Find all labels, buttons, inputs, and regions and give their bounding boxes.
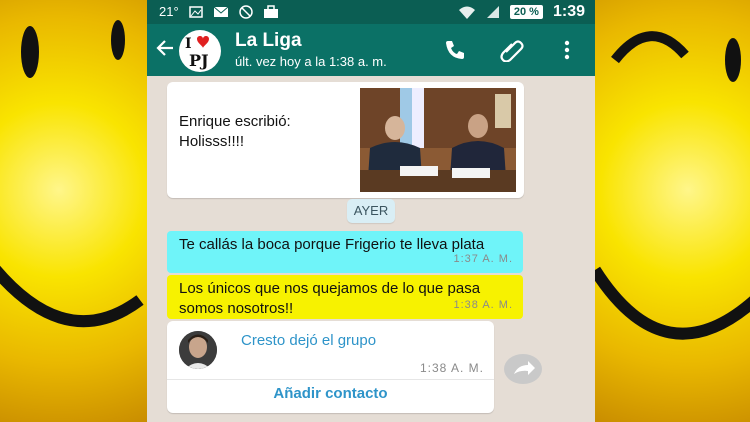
left-smiley-panel bbox=[0, 0, 147, 422]
pj-logo-icon: I PJ bbox=[185, 36, 209, 70]
system-message-time: 1:38 A. M. bbox=[419, 361, 484, 375]
last-seen: últ. vez hoy a la 1:38 a. m. bbox=[235, 54, 387, 69]
message-text: Los únicos que nos quejamos de lo que pa… bbox=[179, 280, 481, 317]
back-arrow-icon[interactable] bbox=[155, 38, 175, 58]
divider bbox=[167, 379, 494, 380]
temperature: 21° bbox=[159, 4, 179, 19]
photo-message[interactable]: Enrique escribió: Holisss!!!! bbox=[167, 82, 524, 198]
smiley-face-left bbox=[0, 20, 144, 328]
photo-caption-line2: Holisss!!!! bbox=[179, 133, 245, 150]
status-bar: 21° 20 % 1:39 bbox=[147, 0, 595, 24]
left-group-message: Cresto dejó el grupo 1:38 A. M. Añadir c… bbox=[167, 321, 494, 413]
message-time: 1:37 A. M. bbox=[453, 253, 513, 265]
person-photo bbox=[179, 331, 217, 369]
image-icon bbox=[188, 5, 203, 18]
signal-icon bbox=[486, 6, 499, 18]
phone-screen: 21° 20 % 1:39 I PJ La Liga últ. vez hoy … bbox=[147, 0, 595, 422]
system-message-label: Cresto dejó el grupo bbox=[241, 332, 377, 349]
date-separator: AYER bbox=[347, 199, 395, 223]
group-avatar[interactable]: I PJ bbox=[179, 30, 221, 72]
photo-caption-line1: Enrique escribió: bbox=[179, 113, 291, 130]
attach-icon[interactable] bbox=[499, 38, 525, 62]
chat-title[interactable]: La Liga bbox=[235, 30, 302, 52]
photo-thumbnail[interactable] bbox=[360, 88, 516, 192]
chat-header: I PJ La Liga últ. vez hoy a la 1:38 a. m… bbox=[147, 24, 595, 76]
forward-button[interactable] bbox=[504, 354, 542, 384]
system-message-text: Cresto dejó el grupo bbox=[241, 331, 381, 351]
phone-icon[interactable] bbox=[443, 38, 467, 62]
message-time: 1:38 A. M. bbox=[453, 299, 513, 311]
wifi-icon bbox=[458, 6, 475, 19]
chat-area[interactable]: Enrique escribió: Holisss!!!! AYER Te ca… bbox=[147, 76, 595, 422]
logo-pj: PJ bbox=[189, 51, 209, 70]
forward-icon bbox=[514, 361, 535, 375]
right-smiley-panel bbox=[595, 0, 750, 422]
photo-caption: Enrique escribió: Holisss!!!! bbox=[179, 112, 291, 152]
briefcase-icon bbox=[263, 4, 278, 18]
logo-i: I bbox=[185, 36, 192, 52]
message-highlighted-1[interactable]: Te callás la boca porque Frigerio te lle… bbox=[167, 231, 523, 273]
message-text: Te callás la boca porque Frigerio te lle… bbox=[179, 236, 485, 253]
smiley-face-right bbox=[595, 31, 750, 340]
blocked-icon bbox=[238, 4, 253, 19]
signing-photo bbox=[360, 88, 516, 192]
contact-avatar[interactable] bbox=[179, 331, 217, 369]
add-contact-button[interactable]: Añadir contacto bbox=[167, 385, 494, 402]
clock: 1:39 bbox=[552, 3, 585, 20]
more-vert-icon[interactable] bbox=[559, 38, 575, 62]
battery-indicator: 20 % bbox=[509, 5, 543, 19]
mail-icon bbox=[213, 6, 228, 17]
message-highlighted-2[interactable]: Los únicos que nos quejamos de lo que pa… bbox=[167, 275, 523, 319]
